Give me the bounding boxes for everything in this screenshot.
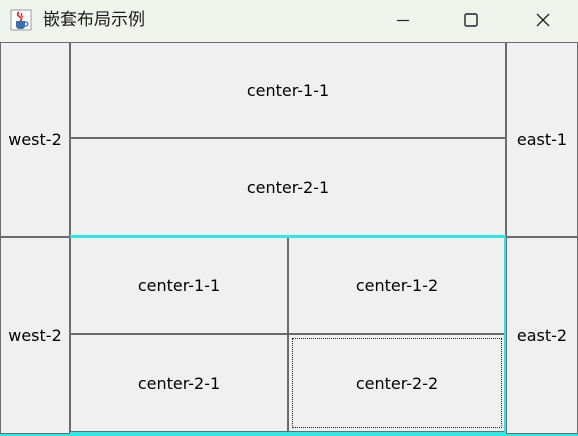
panel-highlight-right xyxy=(504,237,506,434)
top-east-button[interactable]: east-1 xyxy=(506,42,578,237)
java-coffee-cup-icon[interactable] xyxy=(10,9,32,31)
panel-highlight-top xyxy=(70,235,506,238)
top-center-1-1-button[interactable]: center-1-1 xyxy=(70,42,506,138)
bottom-center-1-2-label: center-1-2 xyxy=(355,276,439,295)
bottom-center-1-1-label: center-1-1 xyxy=(137,276,221,295)
window-title: 嵌套布局示例 xyxy=(43,10,145,30)
top-center-2-1-label: center-2-1 xyxy=(246,178,330,197)
bottom-center-2-2-label: center-2-2 xyxy=(355,373,439,393)
close-icon xyxy=(535,12,551,28)
bottom-east-button[interactable]: east-2 xyxy=(506,237,578,434)
title-bar[interactable]: 嵌套布局示例 xyxy=(0,0,578,42)
bottom-center-2-2-button[interactable]: center-2-2 xyxy=(288,334,506,432)
maximize-icon xyxy=(463,12,479,28)
minimize-icon xyxy=(395,12,411,28)
top-west-button[interactable]: west-2 xyxy=(0,42,70,237)
bottom-west-label: west-2 xyxy=(8,326,62,345)
close-button[interactable] xyxy=(520,0,566,40)
application-window: 嵌套布局示例 west-2 center-1-1 center-2-1 east… xyxy=(0,0,578,436)
bottom-center-1-2-button[interactable]: center-1-2 xyxy=(288,237,506,334)
bottom-center-1-1-button[interactable]: center-1-1 xyxy=(70,237,288,334)
top-center-2-1-button[interactable]: center-2-1 xyxy=(70,138,506,237)
top-center-1-1-label: center-1-1 xyxy=(246,80,330,100)
bottom-west-button[interactable]: west-2 xyxy=(0,237,70,434)
bottom-east-label: east-2 xyxy=(516,326,568,345)
bottom-center-2-1-button[interactable]: center-2-1 xyxy=(70,334,288,432)
top-east-label: east-1 xyxy=(516,130,568,149)
top-west-label: west-2 xyxy=(8,130,62,149)
maximize-button[interactable] xyxy=(448,0,494,40)
content-pane: west-2 center-1-1 center-2-1 east-1 west… xyxy=(0,42,578,436)
bottom-center-2-1-label: center-2-1 xyxy=(137,373,221,393)
minimize-button[interactable] xyxy=(380,0,426,40)
